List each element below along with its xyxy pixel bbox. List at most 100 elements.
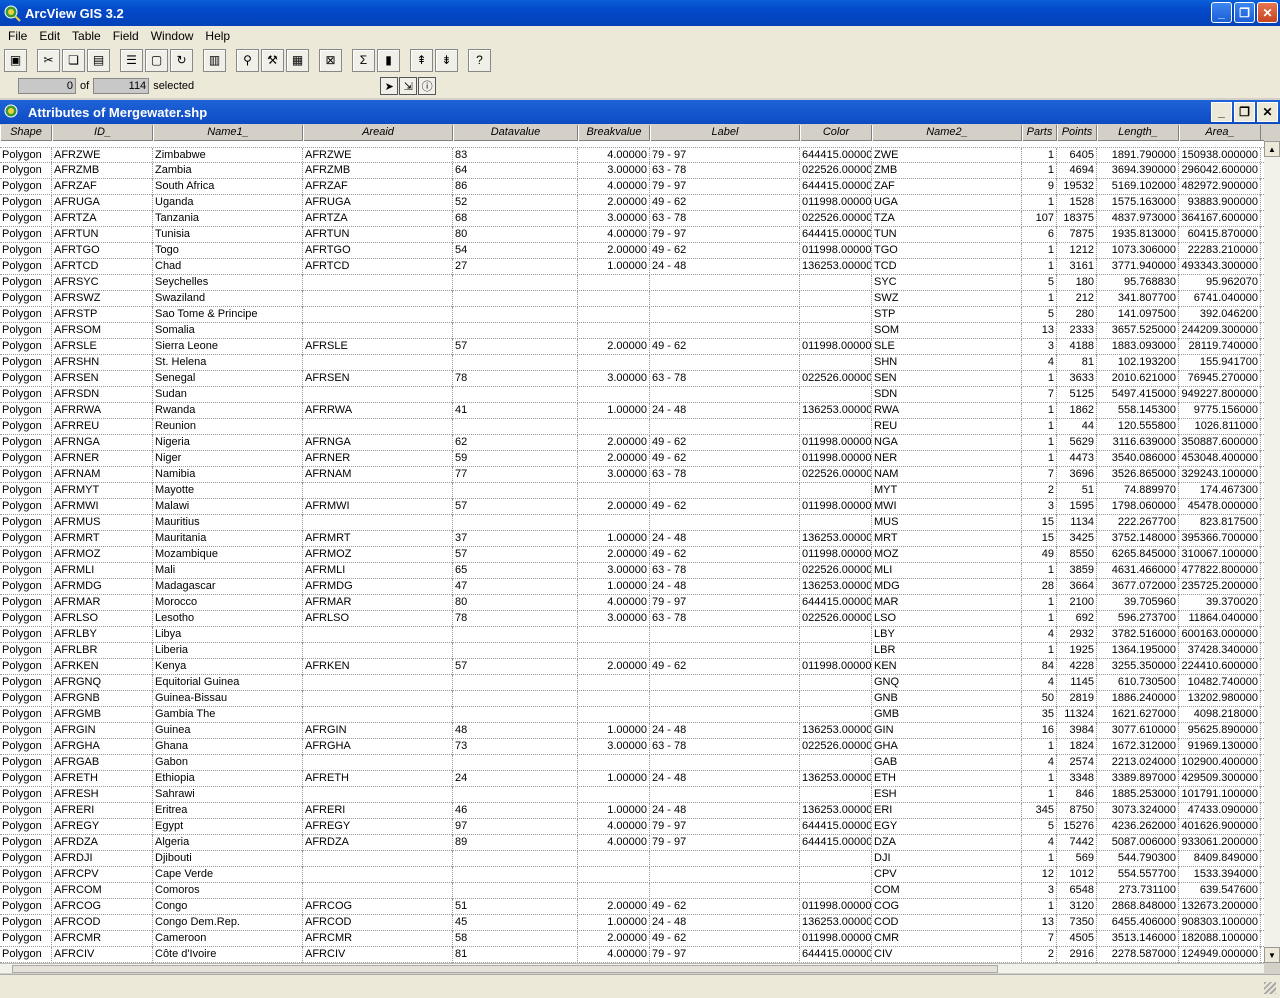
table-cell[interactable]: AFRZAF — [303, 179, 453, 195]
table-cell[interactable]: 022526.00000 — [800, 467, 872, 483]
table-cell[interactable]: Polygon — [0, 195, 52, 211]
table-cell[interactable]: 48 — [453, 723, 578, 739]
table-cell[interactable]: 15 — [1022, 515, 1057, 531]
table-cell[interactable]: 1073.306000 — [1097, 243, 1179, 259]
table-row[interactable]: Polygon AFRCOD Congo Dem.Rep. AFRCOD 45 1.000… — [0, 915, 1264, 931]
table-row[interactable]: Polygon AFRSOM Somalia SOM 13 2333 3657.525000… — [0, 323, 1264, 339]
table-cell[interactable] — [578, 355, 650, 371]
table-cell[interactable]: 64 — [453, 163, 578, 179]
table-cell[interactable]: AFRLBY — [52, 627, 153, 643]
table-cell[interactable] — [453, 323, 578, 339]
table-cell[interactable] — [578, 323, 650, 339]
table-cell[interactable] — [453, 291, 578, 307]
table-cell[interactable]: 120.555800 — [1097, 419, 1179, 435]
table-cell[interactable]: 5 — [1022, 307, 1057, 323]
column-header[interactable]: Name1_ — [153, 125, 303, 141]
table-cell[interactable]: 24 - 48 — [650, 771, 800, 787]
table-cell[interactable]: REU — [872, 419, 1022, 435]
table-cell[interactable] — [303, 787, 453, 803]
table-cell[interactable]: ESH — [872, 787, 1022, 803]
table-cell[interactable] — [303, 307, 453, 323]
table-cell[interactable]: 4228 — [1057, 659, 1097, 675]
table-cell[interactable]: Rwanda — [153, 403, 303, 419]
table-cell[interactable]: 3 — [1022, 339, 1057, 355]
table-cell[interactable]: AFRCOG — [303, 899, 453, 915]
table-row[interactable]: Polygon AFRSLE Sierra Leone AFRSLE 57 2.00000… — [0, 339, 1264, 355]
table-cell[interactable]: 24 - 48 — [650, 723, 800, 739]
table-cell[interactable]: 3664 — [1057, 579, 1097, 595]
table-cell[interactable]: 364167.600000 — [1179, 211, 1261, 227]
table-cell[interactable]: South Africa — [153, 179, 303, 195]
sort-descending-button[interactable]: ⇟ — [435, 48, 458, 72]
table-cell[interactable] — [303, 355, 453, 371]
table-cell[interactable]: Polygon — [0, 819, 52, 835]
table-cell[interactable] — [578, 787, 650, 803]
table-cell[interactable] — [453, 851, 578, 867]
table-cell[interactable]: AFRGIN — [52, 723, 153, 739]
table-cell[interactable]: 136253.00000 — [800, 915, 872, 931]
table-cell[interactable]: AFRDZA — [52, 835, 153, 851]
table-cell[interactable] — [800, 787, 872, 803]
table-cell[interactable]: 3425 — [1057, 531, 1097, 547]
table-cell[interactable]: Polygon — [0, 835, 52, 851]
table-cell[interactable]: Polygon — [0, 323, 52, 339]
table-cell[interactable]: 011998.00000 — [800, 899, 872, 915]
table-cell[interactable]: AFRMAR — [303, 595, 453, 611]
table-cell[interactable]: 51 — [453, 899, 578, 915]
table-cell[interactable]: Swaziland — [153, 291, 303, 307]
table-cell[interactable]: 1.00000 — [578, 579, 650, 595]
table-cell[interactable]: 022526.00000 — [800, 563, 872, 579]
table-cell[interactable]: NER — [872, 451, 1022, 467]
column-header[interactable]: Length_ — [1097, 125, 1179, 141]
table-cell[interactable]: 1 — [1022, 259, 1057, 275]
table-cell[interactable]: AFRDJI — [52, 851, 153, 867]
table-cell[interactable]: 1883.093000 — [1097, 339, 1179, 355]
table-cell[interactable]: AFRMUS — [52, 515, 153, 531]
table-cell[interactable] — [800, 307, 872, 323]
table-cell[interactable]: AFRUGA — [52, 195, 153, 211]
table-row[interactable]: Polygon AFRSTP Sao Tome & Principe STP 5 280 1… — [0, 307, 1264, 323]
table-cell[interactable]: 1 — [1022, 563, 1057, 579]
table-cell[interactable]: Polygon — [0, 787, 52, 803]
table-cell[interactable]: Polygon — [0, 563, 52, 579]
table-cell[interactable]: 329243.100000 — [1179, 467, 1261, 483]
table-cell[interactable]: 1621.627000 — [1097, 707, 1179, 723]
table-cell[interactable]: 2819 — [1057, 691, 1097, 707]
table-cell[interactable]: 24 - 48 — [650, 531, 800, 547]
table-cell[interactable]: AFRCMR — [52, 931, 153, 947]
table-cell[interactable]: Mozambique — [153, 547, 303, 563]
table-cell[interactable]: Congo — [153, 899, 303, 915]
table-cell[interactable]: AFRSOM — [52, 323, 153, 339]
table-cell[interactable]: Polygon — [0, 899, 52, 915]
table-cell[interactable]: 60415.870000 — [1179, 227, 1261, 243]
table-cell[interactable]: CPV — [872, 867, 1022, 883]
table-cell[interactable]: 174.467300 — [1179, 483, 1261, 499]
table-cell[interactable]: 45 — [453, 915, 578, 931]
table-cell[interactable]: 6548 — [1057, 883, 1097, 899]
table-cell[interactable]: AFRMRT — [52, 531, 153, 547]
table-cell[interactable]: Polygon — [0, 371, 52, 387]
table-cell[interactable]: 1 — [1022, 451, 1057, 467]
table-cell[interactable]: 57 — [453, 547, 578, 563]
table-cell[interactable]: 554.557700 — [1097, 867, 1179, 883]
table-cell[interactable]: 5 — [1022, 819, 1057, 835]
table-cell[interactable] — [800, 355, 872, 371]
table-cell[interactable]: 345 — [1022, 803, 1057, 819]
table-cell[interactable] — [800, 387, 872, 403]
table-cell[interactable]: AFRMLI — [303, 563, 453, 579]
table-cell[interactable]: 1212 — [1057, 243, 1097, 259]
table-cell[interactable]: 453048.400000 — [1179, 451, 1261, 467]
table-row[interactable]: Polygon AFRCOM Comoros COM 3 6548 273.731100 63… — [0, 883, 1264, 899]
table-row[interactable]: Polygon AFRZAF South Africa AFRZAF 86 4.00000… — [0, 179, 1264, 195]
table-cell[interactable]: Polygon — [0, 675, 52, 691]
table-cell[interactable]: SLE — [872, 339, 1022, 355]
table-cell[interactable]: 2.00000 — [578, 499, 650, 515]
table-row[interactable]: Polygon AFRCMR Cameroon AFRCMR 58 2.00000 49 -… — [0, 931, 1264, 947]
table-cell[interactable] — [453, 691, 578, 707]
table-cell[interactable]: Sao Tome & Principe — [153, 307, 303, 323]
table-cell[interactable]: 2.00000 — [578, 547, 650, 563]
table-cell[interactable]: Zambia — [153, 163, 303, 179]
table-cell[interactable]: TGO — [872, 243, 1022, 259]
table-cell[interactable] — [578, 851, 650, 867]
table-cell[interactable]: GHA — [872, 739, 1022, 755]
